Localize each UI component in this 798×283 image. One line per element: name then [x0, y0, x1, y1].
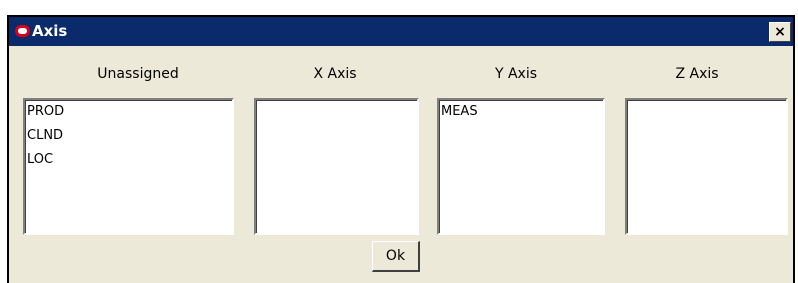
title-bar[interactable]: Axis × — [9, 17, 793, 46]
y-axis-listbox[interactable]: MEAS — [437, 98, 605, 235]
z-axis-listbox[interactable] — [625, 98, 788, 235]
oracle-logo-icon — [15, 25, 30, 37]
y-axis-header: Y Axis — [494, 66, 538, 82]
close-button[interactable]: × — [769, 22, 791, 42]
list-item[interactable]: CLND — [25, 124, 232, 148]
dialog-title: Axis — [32, 22, 68, 40]
axis-dialog: Axis × Unassigned X Axis Y Axis Z Axis P… — [7, 15, 795, 283]
list-item[interactable]: PROD — [25, 100, 232, 124]
unassigned-listbox[interactable]: PROD CLND LOC — [23, 98, 234, 235]
ok-button[interactable]: Ok — [372, 241, 420, 272]
list-item[interactable]: LOC — [25, 148, 232, 172]
z-axis-header: Z Axis — [675, 66, 719, 82]
list-item[interactable]: MEAS — [439, 100, 603, 124]
unassigned-header: Unassigned — [97, 66, 179, 82]
x-axis-header: X Axis — [313, 66, 357, 82]
x-axis-listbox[interactable] — [254, 98, 419, 235]
